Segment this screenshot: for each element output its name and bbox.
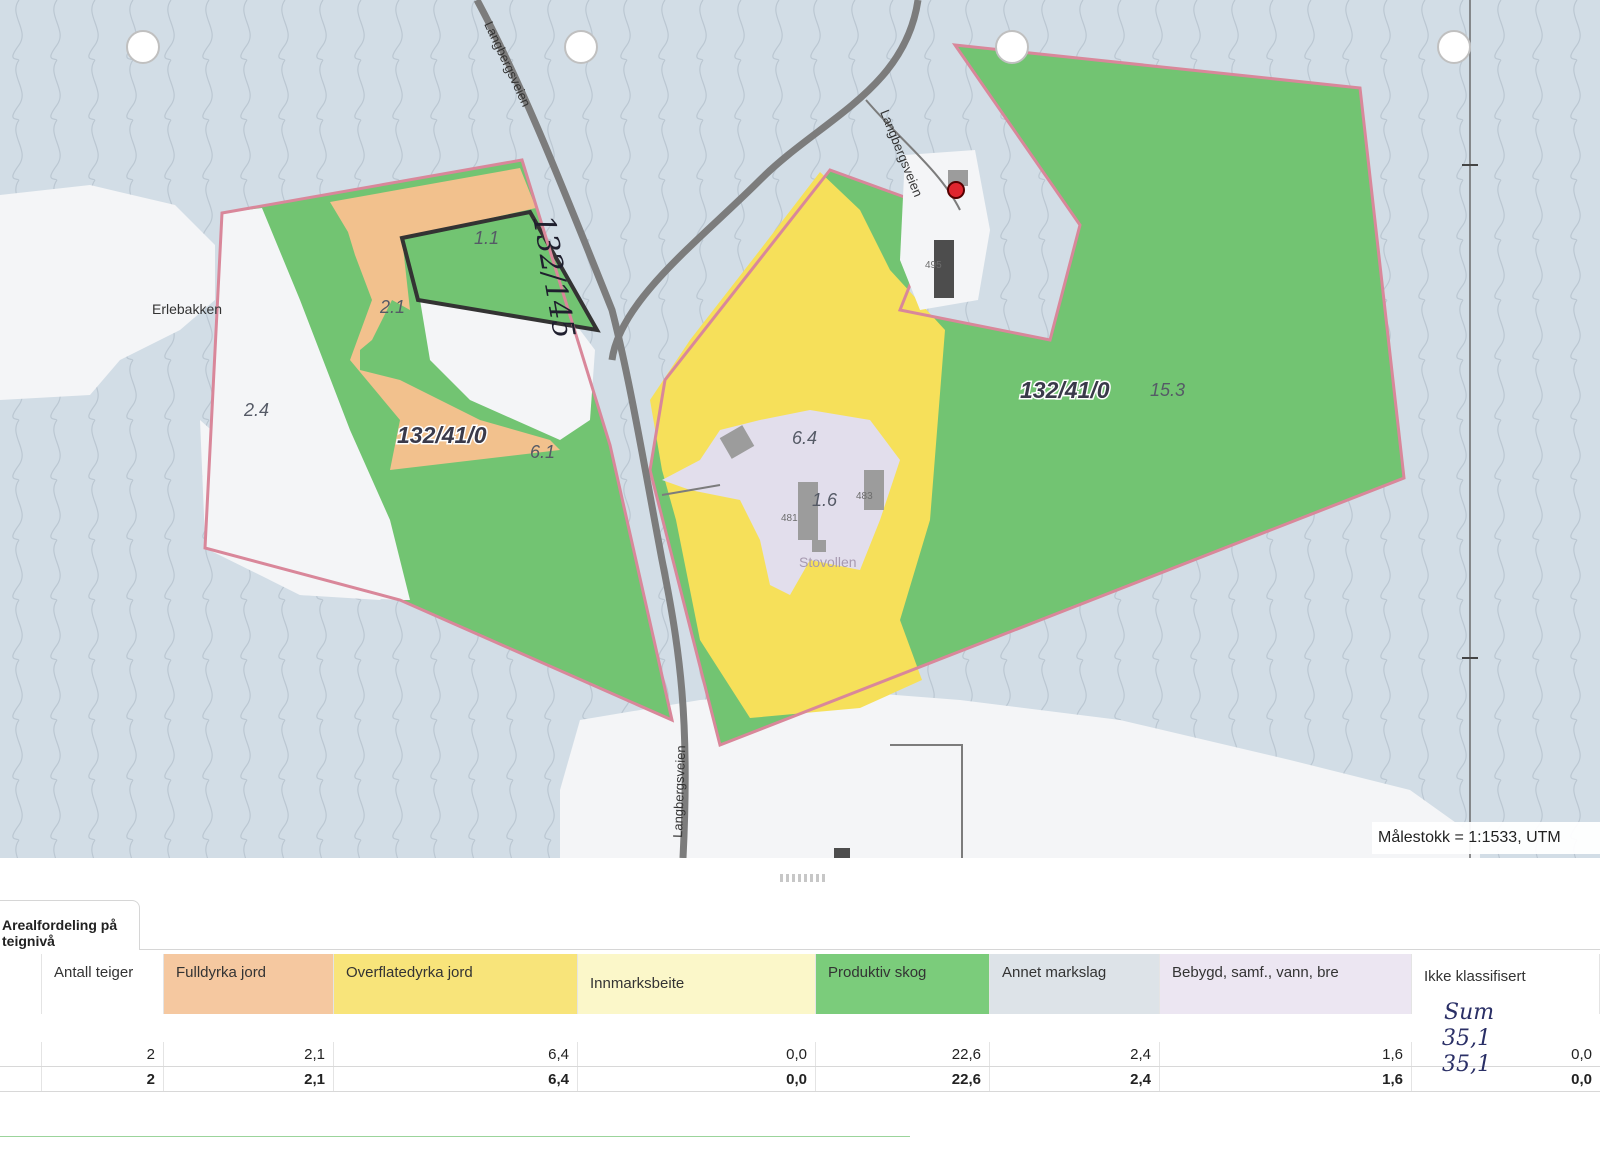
punch-hole-2 xyxy=(564,30,598,64)
map-canvas[interactable]: Langbergsveien Langbergsveien Langbergsv… xyxy=(0,0,1600,858)
handwritten-sum-row2: 35,1 xyxy=(1442,1052,1491,1077)
resize-handle[interactable] xyxy=(780,874,828,882)
header-innmarksbeite: Innmarksbeite xyxy=(578,954,816,1014)
tab-label: Arealfordeling på teignivå xyxy=(2,917,118,949)
building-south[interactable] xyxy=(834,848,850,858)
cell-produktiv-skog: 22,6 xyxy=(816,1067,990,1091)
map-panel[interactable]: Langbergsveien Langbergsveien Langbergsv… xyxy=(0,0,1600,858)
cell-antall: 2 xyxy=(42,1042,164,1066)
scale-indicator: Målestokk = 1:1533, UTM xyxy=(1372,822,1600,854)
cell-bebygd: 1,6 xyxy=(1160,1042,1412,1066)
cell-fulldyrka: 2,1 xyxy=(164,1042,334,1066)
header-annet-markslag: Annet markslag xyxy=(990,954,1160,1014)
building-number-481: 481 xyxy=(781,513,798,524)
handwritten-sum-row1: 35,1 xyxy=(1442,1026,1491,1051)
cell-innmarksbeite: 0,0 xyxy=(578,1042,816,1066)
cell-ikke-klassifisert: 0,0 xyxy=(1571,1046,1592,1063)
building-shed[interactable] xyxy=(812,540,826,552)
cell-blank xyxy=(0,1042,42,1066)
area-label-2-1: 2.1 xyxy=(379,297,405,317)
cell-antall: 2 xyxy=(42,1067,164,1091)
area-label-6-4: 6.4 xyxy=(792,428,817,448)
tab-divider xyxy=(140,949,1600,950)
header-fulldyrka: Fulldyrka jord xyxy=(164,954,334,1014)
cell-overflatedyrka: 6,4 xyxy=(334,1042,578,1066)
punch-hole-1 xyxy=(126,30,160,64)
cell-ikke-klassifisert: 0,0 xyxy=(1571,1071,1592,1088)
parcel-label-west: 132/41/0 xyxy=(397,422,487,448)
area-label-6-1: 6.1 xyxy=(530,442,555,462)
punch-hole-3 xyxy=(995,30,1029,64)
cell-innmarksbeite: 0,0 xyxy=(578,1067,816,1091)
area-label-15-3: 15.3 xyxy=(1150,380,1185,400)
header-bebygd: Bebygd, samf., vann, bre xyxy=(1160,954,1412,1014)
building-number-483: 483 xyxy=(856,491,873,502)
tab-arealfordeling[interactable]: Arealfordeling på teignivå xyxy=(0,900,140,950)
area-label-2-4: 2.4 xyxy=(243,400,269,420)
handwritten-sum-label: Sum xyxy=(1444,1000,1495,1025)
cell-produktiv-skog: 22,6 xyxy=(816,1042,990,1066)
header-antall-teiger: Antall teiger xyxy=(42,954,164,1014)
punch-hole-4 xyxy=(1437,30,1471,64)
cell-annet-markslag: 2,4 xyxy=(990,1067,1160,1091)
table-row-total: 2 2,1 6,4 0,0 22,6 2,4 1,6 0,0 xyxy=(0,1067,1600,1092)
building-483[interactable] xyxy=(864,470,884,510)
table-row: 2 2,1 6,4 0,0 22,6 2,4 1,6 0,0 xyxy=(0,1042,1600,1067)
footer-divider xyxy=(0,1136,910,1137)
cell-fulldyrka: 2,1 xyxy=(164,1067,334,1091)
place-stovollen: Stovollen xyxy=(799,554,857,570)
place-erlebakken: Erlebakken xyxy=(152,301,222,317)
header-blank xyxy=(0,954,42,1014)
area-label-1-6: 1.6 xyxy=(812,490,838,510)
marker-icon[interactable] xyxy=(947,181,965,199)
area-label-1-1: 1.1 xyxy=(474,228,499,248)
cell-overflatedyrka: 6,4 xyxy=(334,1067,578,1091)
cell-blank xyxy=(0,1067,42,1091)
header-ikke-klassifisert: Ikke klassifisert xyxy=(1412,954,1600,1014)
cell-annet-markslag: 2,4 xyxy=(990,1042,1160,1066)
cell-bebygd: 1,6 xyxy=(1160,1067,1412,1091)
building-number-495: 495 xyxy=(925,260,942,271)
area-table-panel: Arealfordeling på teignivå Antall teiger… xyxy=(0,858,1600,1156)
header-overflatedyrka: Overflatedyrka jord xyxy=(334,954,578,1014)
parcel-label-east: 132/41/0 xyxy=(1020,377,1110,403)
header-produktiv-skog: Produktiv skog xyxy=(816,954,990,1014)
